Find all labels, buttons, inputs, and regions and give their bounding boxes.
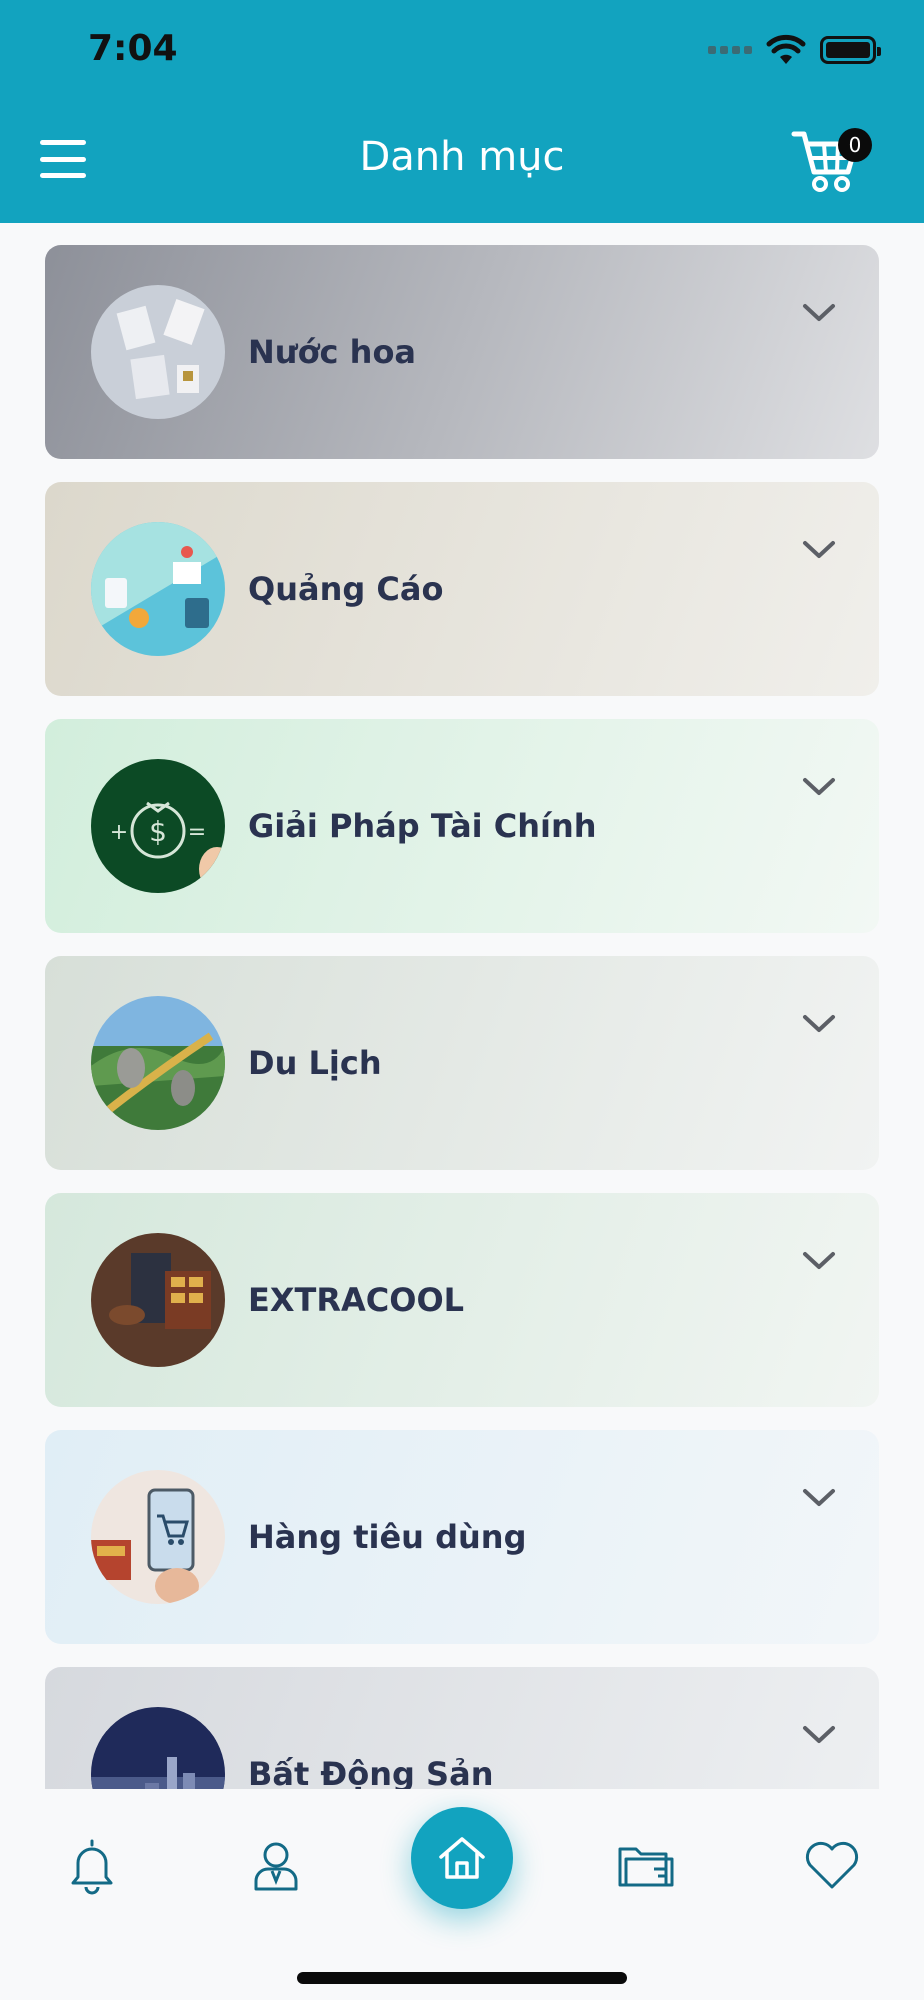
category-card-bat-dong-san[interactable]: Bất Động Sản bbox=[45, 1667, 879, 1789]
advertising-image bbox=[91, 522, 225, 656]
category-card-hang-tieu-dung[interactable]: Hàng tiêu dùng bbox=[45, 1430, 879, 1644]
status-time: 7:04 bbox=[88, 28, 178, 69]
category-card-nuoc-hoa[interactable]: Nước hoa bbox=[45, 245, 879, 459]
chevron-down-icon[interactable] bbox=[801, 775, 837, 799]
category-card-du-lich[interactable]: Du Lịch bbox=[45, 956, 879, 1170]
extracool-product-image bbox=[91, 1233, 225, 1367]
category-label: Nước hoa bbox=[248, 333, 417, 371]
category-list[interactable]: Nước hoa Quảng Cáo $ + = Giải Pháp Tài C… bbox=[0, 223, 924, 1789]
perfume-boxes-image bbox=[91, 285, 225, 419]
category-label: Quảng Cáo bbox=[248, 570, 444, 608]
golden-bridge-image bbox=[91, 996, 225, 1130]
chevron-down-icon[interactable] bbox=[801, 538, 837, 562]
category-card-giai-phap-tai-chinh[interactable]: $ + = Giải Pháp Tài Chính bbox=[45, 719, 879, 933]
home-icon bbox=[439, 1837, 485, 1879]
category-label: Giải Pháp Tài Chính bbox=[248, 807, 597, 845]
battery-icon bbox=[820, 36, 881, 64]
chevron-down-icon[interactable] bbox=[801, 1486, 837, 1510]
home-indicator bbox=[297, 1972, 627, 1984]
status-icons bbox=[708, 32, 881, 68]
chevron-down-icon[interactable] bbox=[801, 1012, 837, 1036]
category-label: Hàng tiêu dùng bbox=[248, 1518, 527, 1556]
chevron-down-icon[interactable] bbox=[801, 1249, 837, 1273]
page-title: Danh mục bbox=[359, 134, 565, 180]
shopping-cart-phone-image bbox=[91, 1470, 225, 1604]
money-bag-image: $ + = bbox=[91, 759, 225, 893]
category-label: EXTRACOOL bbox=[248, 1281, 465, 1319]
cart-count-badge: 0 bbox=[838, 128, 872, 162]
category-card-quang-cao[interactable]: Quảng Cáo bbox=[45, 482, 879, 696]
category-label: Bất Động Sản bbox=[248, 1755, 494, 1789]
category-card-extracool[interactable]: EXTRACOOL bbox=[45, 1193, 879, 1407]
chevron-down-icon[interactable] bbox=[801, 1723, 837, 1747]
svg-text:$: $ bbox=[149, 815, 167, 848]
home-button[interactable] bbox=[411, 1807, 513, 1909]
folder-icon[interactable] bbox=[616, 1835, 676, 1895]
cellular-signal-icon bbox=[708, 46, 752, 54]
svg-text:=: = bbox=[188, 820, 206, 845]
wifi-icon bbox=[766, 34, 806, 64]
user-profile-icon[interactable] bbox=[246, 1835, 306, 1895]
heart-icon[interactable] bbox=[802, 1835, 862, 1895]
bell-icon[interactable] bbox=[62, 1835, 122, 1895]
app-header: 7:04 Danh mục 0 bbox=[0, 0, 924, 223]
real-estate-image bbox=[91, 1707, 225, 1789]
bottom-navigation bbox=[0, 1789, 924, 2000]
svg-text:+: + bbox=[110, 820, 128, 845]
category-label: Du Lịch bbox=[248, 1044, 382, 1082]
chevron-down-icon[interactable] bbox=[801, 301, 837, 325]
